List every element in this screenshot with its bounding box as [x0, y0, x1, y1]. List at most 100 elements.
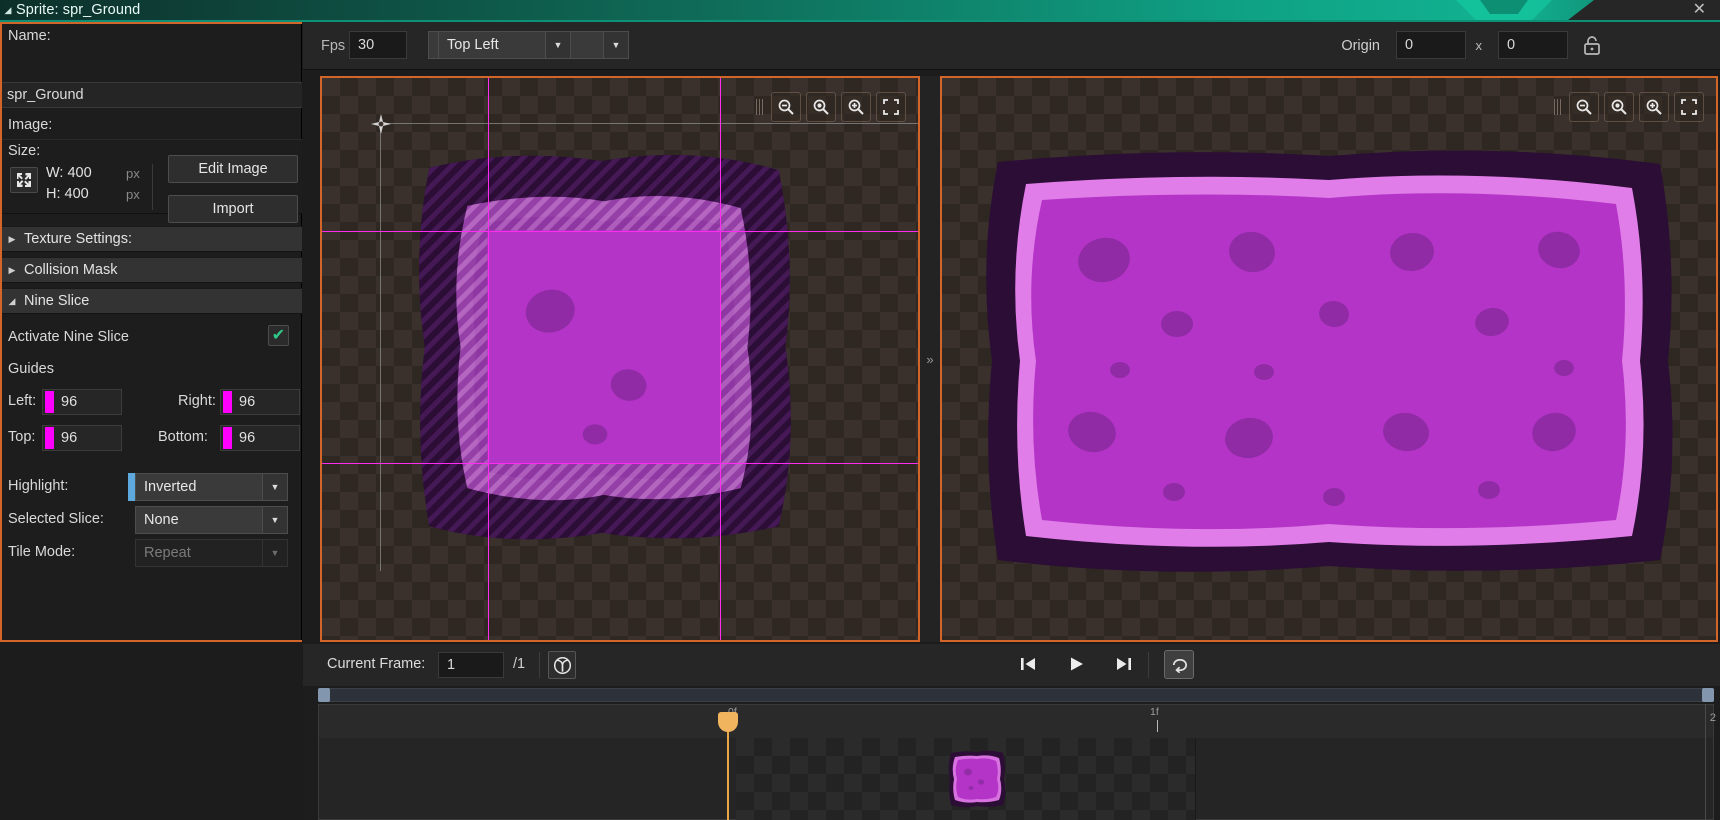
nine-slice-preview-canvas[interactable]	[320, 76, 920, 642]
guide-top-label: Top:	[8, 429, 36, 445]
nine-slice-inverted-highlight-light	[456, 196, 752, 501]
guides-label: Guides	[8, 361, 54, 377]
guide-bottom-label: Bottom:	[158, 429, 208, 445]
current-frame-input[interactable]: 1	[438, 652, 504, 678]
guide-row-top-bottom: Top: 96 Bottom: 96	[0, 425, 302, 451]
nine-slice-guide-right[interactable]	[720, 78, 721, 640]
timeline-ruler[interactable]: 0f 1f	[318, 704, 1714, 738]
origin-y-input[interactable]: 0	[1498, 31, 1568, 59]
inspector-empty-area	[0, 642, 302, 820]
nine-slice-body: Activate Nine Slice ✔ Guides Left: 96 Ri…	[0, 315, 302, 567]
selected-slice-value: None	[135, 506, 262, 534]
timeline-scroll-handle-left[interactable]	[318, 688, 330, 702]
size-group: Size: W: 400 H: 400 px px Edit Image Imp…	[0, 139, 302, 223]
chevron-down-icon: ◢	[8, 295, 16, 306]
guide-left-color-swatch	[45, 391, 54, 413]
origin-guide-vertical	[380, 123, 381, 571]
guide-bottom-input[interactable]: 96	[220, 425, 300, 451]
highlight-dropdown[interactable]: Inverted ▼	[128, 473, 288, 501]
import-button[interactable]: Import	[168, 195, 298, 223]
chevron-down-icon: ▼	[603, 31, 629, 59]
loop-icon[interactable]	[1164, 650, 1194, 679]
frame-total-label: /1	[513, 656, 526, 672]
timeline-right-number: 2	[1709, 712, 1716, 724]
collapse-panel-icon[interactable]: ◢	[0, 0, 16, 20]
origin-preset-dropdown[interactable]: Top Left ▼	[431, 31, 571, 59]
skip-to-start-icon[interactable]	[1015, 650, 1041, 678]
guide-right-label: Right:	[178, 393, 216, 409]
origin-y-value: 0	[1507, 37, 1516, 53]
inspector-focus-border-bottom	[0, 640, 302, 642]
zoom-out-icon[interactable]	[1569, 92, 1599, 122]
section-collision-mask[interactable]: ▶ Collision Mask	[0, 257, 302, 283]
nine-slice-guide-top[interactable]	[322, 231, 918, 232]
chevron-right-icon: ▶	[8, 264, 16, 275]
origin-x-input[interactable]: 0	[1396, 31, 1466, 59]
origin-separator: x	[1475, 38, 1483, 53]
frame-timeline: 0f 1f 2	[303, 686, 1720, 820]
canvas-splitter[interactable]: »	[920, 76, 940, 642]
name-label: Name:	[8, 28, 51, 44]
timeline-scrollbar[interactable]	[318, 688, 1714, 702]
zoom-out-icon[interactable]	[771, 92, 801, 122]
height-unit-label: px	[126, 187, 140, 202]
check-icon: ✔	[271, 326, 286, 344]
edit-image-button[interactable]: Edit Image	[168, 155, 298, 183]
selected-slice-dropdown[interactable]: None ▼	[128, 506, 288, 534]
toolbar-drag-handle[interactable]	[1554, 99, 1562, 115]
canvas-zoom-toolbar	[1554, 90, 1704, 124]
size-label: Size:	[8, 143, 41, 159]
nine-slice-guide-left[interactable]	[488, 78, 489, 640]
nine-slice-guide-bottom[interactable]	[322, 463, 918, 464]
sprite-options-toolbar: Fps 30 Frames per second ▼ Origin 0 x 0 …	[303, 22, 1720, 70]
timeline-frame-cell[interactable]	[736, 738, 1196, 820]
sprite-inspector-panel: Name: spr_Ground Image: Size: W: 400 H: …	[0, 22, 302, 642]
guide-bottom-value: 96	[239, 430, 256, 446]
timeline-scroll-handle-right[interactable]	[1702, 688, 1714, 702]
highlight-row: Highlight: Inverted ▼	[0, 473, 302, 501]
fit-to-screen-icon[interactable]	[1674, 92, 1704, 122]
resize-icon[interactable]	[10, 167, 38, 193]
guide-right-value: 96	[239, 394, 256, 410]
chevron-down-icon: ▼	[262, 539, 288, 567]
fit-to-screen-icon[interactable]	[876, 92, 906, 122]
chevron-right-icon: ▶	[8, 233, 16, 244]
guide-bottom-color-swatch	[223, 427, 232, 449]
guide-right-input[interactable]: 96	[220, 389, 300, 415]
image-label: Image:	[8, 117, 53, 133]
timeline-track[interactable]	[318, 738, 1714, 820]
close-icon[interactable]: ✕	[1693, 2, 1706, 18]
toolbar-drag-handle[interactable]	[756, 99, 764, 115]
section-nine-slice[interactable]: ◢ Nine Slice	[0, 288, 302, 314]
inspector-focus-border-top	[0, 22, 302, 24]
fps-value: 30	[358, 37, 375, 53]
sprite-width-value: W: 400	[46, 165, 92, 181]
sprite-name-input[interactable]: spr_Ground	[0, 82, 302, 108]
zoom-reset-icon[interactable]	[1604, 92, 1634, 122]
sprite-preview-canvas[interactable]	[940, 76, 1718, 642]
highlight-value: Inverted	[135, 473, 262, 501]
chevron-down-icon: ▼	[262, 506, 288, 534]
window-title: Sprite: spr_Ground	[16, 2, 141, 18]
guide-left-input[interactable]: 96	[42, 389, 122, 415]
skip-to-end-icon[interactable]	[1111, 650, 1137, 678]
canvas-zoom-toolbar	[756, 90, 906, 124]
fps-input[interactable]: 30	[349, 31, 407, 59]
play-icon[interactable]	[1063, 650, 1089, 678]
section-texture-settings[interactable]: ▶ Texture Settings:	[0, 226, 302, 252]
chevron-down-icon: ▼	[262, 473, 288, 501]
zoom-in-icon[interactable]	[841, 92, 871, 122]
zoom-reset-icon[interactable]	[806, 92, 836, 122]
selected-slice-row: Selected Slice: None ▼	[0, 506, 302, 534]
guide-top-input[interactable]: 96	[42, 425, 122, 451]
onion-skin-icon[interactable]	[548, 651, 576, 679]
frame-thumbnail	[948, 750, 1006, 808]
unlock-icon[interactable]	[1582, 34, 1602, 56]
timeline-playhead-handle[interactable]	[718, 712, 738, 732]
activate-nine-slice-checkbox[interactable]: ✔	[268, 325, 289, 346]
tile-mode-dropdown[interactable]: Repeat ▼	[128, 539, 288, 567]
origin-marker-icon[interactable]	[370, 113, 392, 135]
tile-mode-value: Repeat	[135, 539, 262, 567]
window-controls: ✕	[1568, 0, 1720, 20]
zoom-in-icon[interactable]	[1639, 92, 1669, 122]
